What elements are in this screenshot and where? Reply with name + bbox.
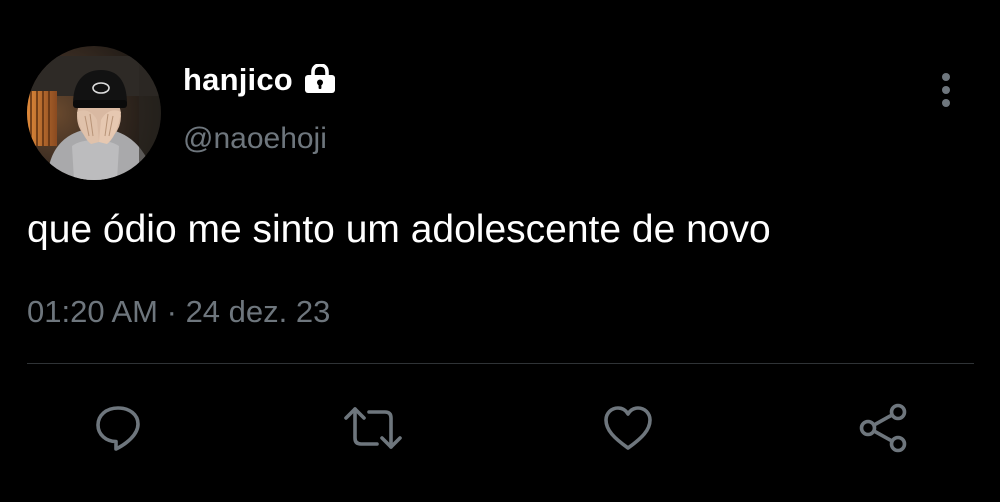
retweet-button[interactable] xyxy=(343,398,403,458)
timestamp-separator: · xyxy=(166,294,177,329)
display-name-row: hanjico xyxy=(183,62,337,98)
share-icon xyxy=(856,402,910,454)
divider xyxy=(27,363,974,364)
reply-icon xyxy=(92,402,144,454)
tweet-card: hanjico @naoehoji que ódio me sinto um a… xyxy=(0,0,1000,502)
heart-icon xyxy=(602,403,654,453)
user-handle[interactable]: @naoehoji xyxy=(183,122,327,156)
tweet-timestamp: 01:20 AM · 24 dez. 23 xyxy=(27,294,330,330)
retweet-icon xyxy=(343,402,403,454)
like-button[interactable] xyxy=(598,398,658,458)
avatar-photo xyxy=(27,46,161,180)
display-name[interactable]: hanjico xyxy=(183,62,293,98)
tweet-text: que ódio me sinto um adolescente de novo xyxy=(27,208,771,251)
reply-button[interactable] xyxy=(88,398,148,458)
lock-icon xyxy=(303,64,337,94)
more-vertical-icon[interactable] xyxy=(930,70,962,110)
share-button[interactable] xyxy=(853,398,913,458)
avatar[interactable] xyxy=(27,46,161,180)
tweet-time[interactable]: 01:20 AM xyxy=(27,294,158,329)
tweet-date[interactable]: 24 dez. 23 xyxy=(186,294,331,329)
